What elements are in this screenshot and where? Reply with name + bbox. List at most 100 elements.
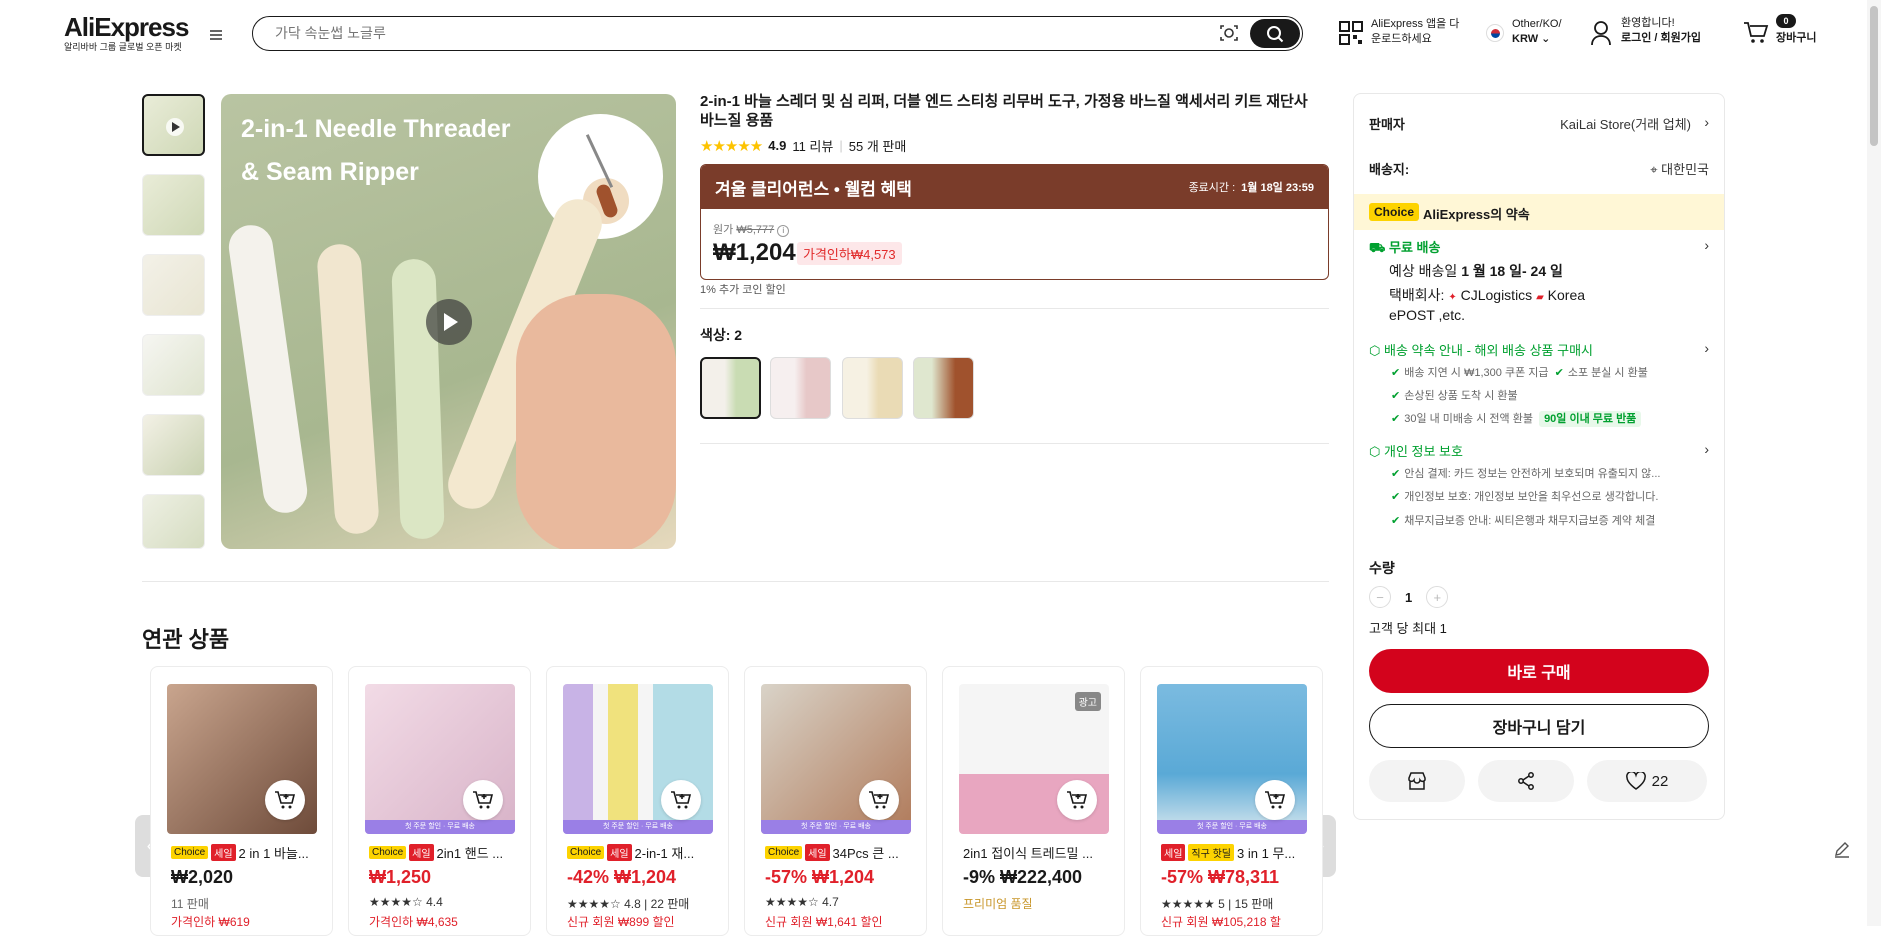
cart-label[interactable]: 장바구니	[1776, 31, 1816, 46]
user-icon[interactable]	[1590, 20, 1612, 46]
related-product-card[interactable]: 첫 주문 할인 · 무료 배송 Choice 세일 2-in-1 재... -42% ₩…	[546, 666, 729, 936]
camera-search-icon[interactable]	[1218, 22, 1240, 44]
top-header: AliExpress 알리바바 그룹 글로벌 오픈 마켓 AliExpress …	[0, 0, 1881, 64]
related-product-image[interactable]: 첫 주문 할인 · 무료 배송	[563, 684, 713, 834]
related-product-image[interactable]: 첫 주문 할인 · 무료 배송	[761, 684, 911, 834]
scrollbar-thumb[interactable]	[1870, 6, 1878, 146]
gallery-thumbnail[interactable]	[142, 414, 205, 476]
scrollbar-track[interactable]	[1867, 0, 1881, 926]
privacy-row[interactable]: ⬡ 개인 정보 보호 ›	[1369, 441, 1709, 460]
free-return-badge: 90일 이내 무료 반품	[1539, 411, 1642, 427]
choice-promise-band: Choice AliExpress의 약속	[1354, 194, 1724, 230]
related-product-image[interactable]: 첫 주문 할인 · 무료 배송	[365, 684, 515, 834]
related-product-discount: 가격인하 ₩619	[171, 915, 250, 929]
related-product-image[interactable]: 광고	[959, 684, 1109, 834]
privacy-item: ✔ 채무지급보증 안내: 씨티은행과 채무지급보증 계약 체결	[1391, 515, 1656, 527]
chevron-down-icon: ⌄	[1541, 33, 1551, 45]
gallery-thumbnail[interactable]	[142, 334, 205, 396]
seller-name: KaiLai Store(거래 업체)	[1560, 117, 1691, 132]
discount-tag: 가격인하₩4,573	[797, 242, 902, 265]
color-swatch-green[interactable]	[700, 357, 761, 419]
related-product-card[interactable]: 첫 주문 할인 · 무료 배송 세일 직구 핫딜 3 in 1 무... -57% ₩7…	[1140, 666, 1323, 936]
main-product-image[interactable]: 2-in-1 Needle Threader & Seam Ripper	[221, 94, 676, 549]
cart-icon[interactable]	[1743, 20, 1769, 44]
related-product-name[interactable]: Choice 세일 2in1 핸드 ...	[369, 843, 519, 862]
related-product-card[interactable]: Choice 세일 2 in 1 바늘... ₩2,020 11 판매 가격인하 ₩619	[150, 666, 333, 936]
rating-value: 4.9	[768, 138, 787, 153]
share-button[interactable]	[1478, 760, 1574, 802]
qty-minus-button[interactable]: −	[1369, 586, 1391, 608]
add-to-cart-button[interactable]: 장바구니 담기	[1369, 704, 1709, 748]
color-swatch-pink[interactable]	[770, 357, 831, 419]
add-to-cart-icon[interactable]	[661, 780, 701, 820]
related-product-image[interactable]	[167, 684, 317, 834]
quantity-stepper: − 1 +	[1369, 586, 1709, 608]
product-title: 2-in-1 바늘 스레더 및 심 리퍼, 더블 엔드 스티칭 리무버 도구, …	[700, 93, 1308, 129]
account-link[interactable]: 환영합니다! 로그인 / 회원가입	[1621, 16, 1701, 46]
product-name-text: 2-in-1 재...	[634, 846, 695, 861]
related-product-card[interactable]: 첫 주문 할인 · 무료 배송 Choice 세일 34Pcs 큰 ... -57% ₩…	[744, 666, 927, 936]
promo-band: 첫 주문 할인 · 무료 배송	[563, 820, 713, 834]
divider	[700, 308, 1329, 309]
edit-icon[interactable]	[1833, 840, 1853, 860]
promo-band: 첫 주문 할인 · 무료 배송	[1157, 820, 1307, 834]
related-product-meta: 프리미엄 품질	[963, 897, 1033, 911]
purchase-limit: 고객 당 최대 1	[1369, 621, 1447, 636]
divider	[700, 443, 1329, 444]
sold-count: 55 개 판매	[848, 139, 907, 154]
related-product-price: -57% ₩1,204	[765, 867, 875, 887]
app-download-link[interactable]: AliExpress 앱을 다 운로드하세요	[1371, 17, 1459, 47]
play-video-icon[interactable]	[426, 299, 472, 345]
related-product-name[interactable]: 세일 직구 핫딜 3 in 1 무...	[1161, 843, 1311, 862]
coin-discount-note: 1% 추가 코인 할인	[700, 284, 786, 296]
region-selector[interactable]: Other/KO/ KRW ⌄	[1512, 17, 1562, 47]
delivery-guarantee-row[interactable]: ⬡ 배송 약속 안내 - 해외 배송 상품 구매시 ›	[1369, 340, 1709, 359]
add-to-cart-icon[interactable]	[1057, 780, 1097, 820]
gallery-thumbnail[interactable]	[142, 254, 205, 316]
related-product-card[interactable]: 첫 주문 할인 · 무료 배송 Choice 세일 2in1 핸드 ... ₩1,250…	[348, 666, 531, 936]
related-product-image[interactable]: 첫 주문 할인 · 무료 배송	[1157, 684, 1307, 834]
gallery-thumbnail-video[interactable]	[142, 94, 205, 156]
related-product-card[interactable]: 광고 2in1 접이식 트레드밀 ... -9% ₩222,400 프리미엄 품질	[942, 666, 1125, 936]
color-swatch-set[interactable]	[913, 357, 974, 419]
related-product-discount: 신규 회원 ₩105,218 할	[1161, 915, 1281, 929]
related-product-name[interactable]: 2in1 접이식 트레드밀 ...	[963, 843, 1113, 862]
buy-now-button[interactable]: 바로 구매	[1369, 649, 1709, 693]
add-to-cart-icon[interactable]	[265, 780, 305, 820]
review-count-link[interactable]: 11 리뷰	[792, 136, 833, 155]
qty-plus-button[interactable]: +	[1426, 586, 1449, 608]
color-swatch-yellow[interactable]	[842, 357, 903, 419]
menu-icon[interactable]	[205, 24, 227, 46]
related-product-price: -9% ₩222,400	[963, 867, 1083, 887]
qr-code-icon[interactable]	[1338, 20, 1364, 46]
product-name-text: 3 in 1 무...	[1237, 846, 1296, 861]
color-label: 색상: 2	[700, 327, 743, 343]
seller-row[interactable]: 판매자 KaiLai Store(거래 업체) ›	[1369, 114, 1709, 133]
chevron-right-icon: ›	[1704, 237, 1709, 253]
related-product-name[interactable]: Choice 세일 2 in 1 바늘...	[171, 843, 321, 862]
qty-value[interactable]: 1	[1405, 590, 1412, 605]
store-button[interactable]	[1369, 760, 1465, 802]
add-to-cart-icon[interactable]	[463, 780, 503, 820]
search-button[interactable]	[1250, 19, 1300, 48]
related-product-name[interactable]: Choice 세일 2-in-1 재...	[567, 843, 717, 862]
related-product-meta: ★★★★☆ 4.8 | 22 판매	[567, 897, 690, 911]
related-product-price: -42% ₩1,204	[567, 867, 677, 887]
wishlist-button[interactable]: 22	[1587, 760, 1707, 802]
gallery-thumbnail[interactable]	[142, 494, 205, 549]
aliexpress-logo[interactable]: AliExpress	[64, 12, 189, 43]
add-to-cart-icon[interactable]	[1255, 780, 1295, 820]
gallery-thumbnail[interactable]	[142, 174, 205, 236]
location-pin-icon: ⌖	[1650, 162, 1658, 177]
ship-to-row[interactable]: 배송지: ⌖ 대한민국	[1369, 159, 1709, 178]
free-shipping-row[interactable]: ⛟ 무료 배송 ›	[1369, 237, 1709, 258]
search-input[interactable]	[275, 23, 1175, 43]
add-to-cart-icon[interactable]	[859, 780, 899, 820]
sale-price: ₩1,204	[713, 239, 796, 266]
info-icon: i	[777, 225, 790, 237]
related-product-name[interactable]: Choice 세일 34Pcs 큰 ...	[765, 843, 915, 862]
ad-badge: 광고	[1074, 692, 1101, 711]
product-name-text: 2in1 접이식 트레드밀 ...	[963, 846, 1093, 861]
privacy-item: ✔ 개인정보 보호: 개인정보 보안을 최우선으로 생각합니다.	[1391, 491, 1659, 503]
product-name-text: 2in1 핸드 ...	[436, 846, 504, 861]
